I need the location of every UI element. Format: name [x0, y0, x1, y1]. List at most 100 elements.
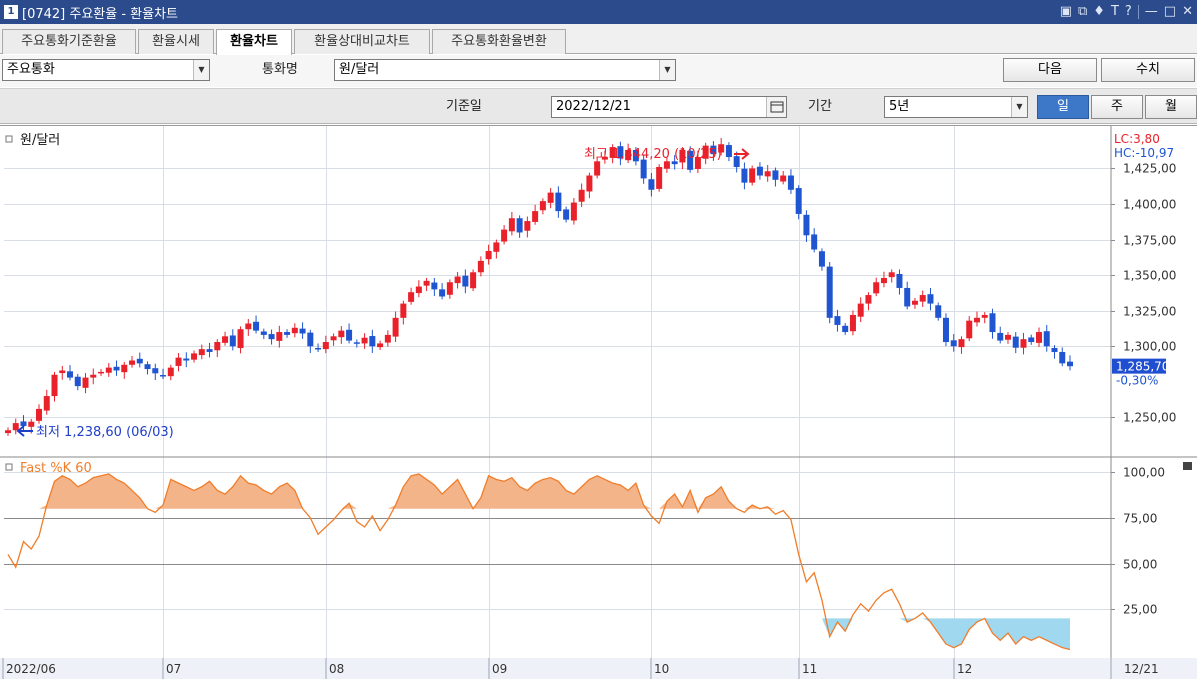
- candle-body: [307, 332, 314, 347]
- candle-body: [346, 329, 353, 341]
- price-tick-label: 1,250,00: [1123, 411, 1176, 425]
- minimize-icon[interactable]: —: [1145, 4, 1158, 20]
- tab-currency-convert[interactable]: 주요통화환율변환: [432, 29, 566, 54]
- candle-body: [408, 292, 415, 302]
- pin-icon[interactable]: ♦: [1093, 4, 1105, 20]
- candle-body: [36, 408, 43, 421]
- indicator-menu-icon[interactable]: [1183, 462, 1192, 470]
- interval-week-button[interactable]: 주: [1091, 95, 1143, 119]
- x-axis-label: 10: [654, 662, 669, 676]
- font-size-icon[interactable]: T: [1111, 4, 1119, 20]
- layout-icon[interactable]: ▣: [1060, 4, 1072, 20]
- current-price-value: 1,285,70: [1116, 360, 1169, 374]
- chevron-down-icon[interactable]: ▼: [659, 60, 675, 80]
- candle-body: [315, 347, 322, 350]
- candle-body: [780, 175, 787, 182]
- candle-body: [454, 276, 461, 284]
- indicator-tick-label: 100,00: [1123, 466, 1165, 480]
- candle-body: [1004, 334, 1011, 340]
- candle-body: [570, 202, 577, 221]
- next-button[interactable]: 다음: [1003, 58, 1097, 82]
- data-table-button[interactable]: 수치: [1101, 58, 1195, 82]
- base-date-label: 기준일: [446, 99, 482, 114]
- candle-body: [82, 377, 89, 388]
- candle-body: [477, 260, 484, 273]
- title-bar-controls: ▣ ⧉ ♦ T ? — □ ✕: [1060, 4, 1193, 20]
- candle-body: [493, 242, 500, 252]
- interval-month-button[interactable]: 월: [1145, 95, 1197, 119]
- candle-body: [842, 325, 849, 333]
- candle-body: [516, 218, 523, 233]
- base-date-value: 2022/12/21: [556, 99, 631, 114]
- candle-body: [539, 201, 546, 211]
- price-tick-label: 1,375,00: [1123, 234, 1176, 248]
- candle-body: [904, 287, 911, 307]
- candle-body: [1012, 336, 1019, 348]
- candle-body: [1020, 339, 1027, 348]
- candle-body: [222, 336, 229, 343]
- help-icon[interactable]: ?: [1125, 4, 1132, 20]
- current-price-change: -0,30%: [1116, 374, 1158, 388]
- candle-body: [167, 367, 174, 377]
- chevron-down-icon[interactable]: ▼: [1011, 97, 1027, 117]
- tab-rate-quotes[interactable]: 환율시세: [138, 29, 214, 54]
- period-select[interactable]: 5년 ▼: [884, 96, 1028, 118]
- candle-body: [555, 192, 562, 212]
- tab-rate-chart[interactable]: 환율차트: [216, 29, 292, 55]
- candle-body: [431, 282, 438, 290]
- candle-body: [1059, 351, 1066, 364]
- candle-body: [1035, 332, 1042, 343]
- candle-body: [927, 294, 934, 304]
- candle-body: [152, 368, 159, 374]
- close-icon[interactable]: ✕: [1182, 4, 1193, 20]
- candle-body: [989, 313, 996, 333]
- candle-body: [997, 332, 1004, 341]
- candle-body: [966, 320, 973, 339]
- candle-body: [508, 218, 515, 232]
- candle-body: [98, 371, 105, 374]
- candle-body: [291, 327, 298, 334]
- calendar-icon[interactable]: [766, 97, 786, 117]
- candle-body: [43, 396, 50, 411]
- link-icon[interactable]: ⧉: [1078, 4, 1087, 20]
- candle-body: [229, 335, 236, 347]
- currency-select[interactable]: 원/달러 ▼: [334, 59, 676, 81]
- candle-body: [28, 421, 35, 427]
- currency-label: 통화명: [262, 62, 298, 77]
- window-number[interactable]: 1: [4, 5, 18, 19]
- candle-body: [640, 159, 647, 179]
- currency-select-value: 원/달러: [339, 62, 380, 77]
- legend-lc: LC:3,80: [1114, 132, 1160, 146]
- candle-body: [136, 358, 143, 364]
- base-date-input[interactable]: 2022/12/21: [551, 96, 787, 118]
- x-axis-label: 07: [166, 662, 181, 676]
- candle-body: [198, 349, 205, 356]
- candle-body: [113, 366, 120, 371]
- legend-hc: HC:-10,97: [1114, 146, 1174, 160]
- candle-body: [183, 358, 190, 361]
- indicator-tick-label: 25,00: [1123, 603, 1157, 617]
- category-select[interactable]: 주요통화 ▼: [2, 59, 210, 81]
- candle-body: [919, 295, 926, 302]
- candle-body: [330, 336, 337, 341]
- candle-body: [237, 329, 244, 348]
- candle-body: [299, 328, 306, 334]
- maximize-icon[interactable]: □: [1164, 4, 1176, 20]
- x-axis-label: 12: [957, 662, 972, 676]
- chevron-down-icon[interactable]: ▼: [193, 60, 209, 80]
- window-title: [0742] 주요환율 - 환율차트: [22, 6, 178, 22]
- candle-body: [741, 168, 748, 183]
- candle-body: [563, 209, 570, 220]
- candle-body: [547, 192, 554, 203]
- title-separator: [1137, 5, 1139, 19]
- candle-body: [880, 277, 887, 284]
- exchange-rate-chart[interactable]: 1,425,00 1,400,00 1,375,00 1,350,00 1,325,00…: [0, 125, 1197, 679]
- candle-body: [121, 364, 128, 373]
- candle-body: [206, 349, 213, 352]
- price-tick-label: 1,425,00: [1123, 162, 1176, 176]
- candle-body: [942, 317, 949, 343]
- interval-day-button[interactable]: 일: [1037, 95, 1089, 119]
- tab-major-base-rate[interactable]: 주요통화기준환율: [2, 29, 136, 54]
- price-tick-label: 1,350,00: [1123, 269, 1176, 283]
- tab-relative-compare-chart[interactable]: 환율상대비교차트: [294, 29, 430, 54]
